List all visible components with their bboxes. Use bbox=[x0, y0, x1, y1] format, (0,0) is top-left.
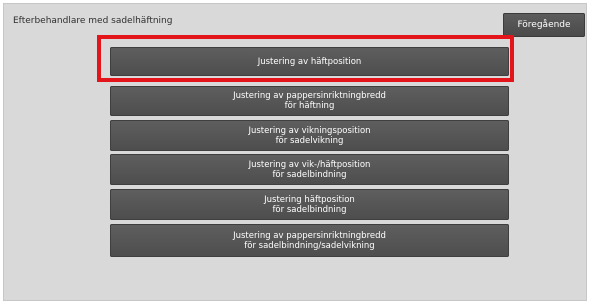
paper-alignment-width-saddle-binding-folding-label: Justering av pappersinriktningbredd för … bbox=[233, 230, 386, 251]
staple-position-adjustment-label: Justering av häftposition bbox=[257, 56, 362, 67]
fold-staple-position-saddle-binding-label: Justering av vik-/häftposition för sadel… bbox=[248, 159, 371, 180]
settings-panel: Efterbehandlare med sadelhäftning Föregå… bbox=[3, 3, 587, 301]
page-title: Efterbehandlare med sadelhäftning bbox=[13, 16, 173, 26]
paper-alignment-width-stapling-label: Justering av pappersinriktningbredd för … bbox=[233, 91, 386, 111]
staple-position-adjustment-button[interactable]: Justering av häftposition bbox=[110, 47, 509, 76]
paper-alignment-width-stapling-button[interactable]: Justering av pappersinriktningbredd för … bbox=[110, 86, 509, 116]
staple-position-saddle-binding-label: Justering häftposition för sadelbindning bbox=[264, 194, 355, 215]
screen: Efterbehandlare med sadelhäftning Föregå… bbox=[0, 0, 590, 304]
paper-alignment-width-saddle-binding-folding-button[interactable]: Justering av pappersinriktningbredd för … bbox=[110, 224, 509, 257]
fold-position-saddle-folding-label: Justering av vikningsposition för sadelv… bbox=[248, 125, 371, 146]
staple-position-saddle-binding-button[interactable]: Justering häftposition för sadelbindning bbox=[110, 189, 509, 220]
fold-staple-position-saddle-binding-button[interactable]: Justering av vik-/häftposition för sadel… bbox=[110, 154, 509, 185]
back-button[interactable]: Föregående bbox=[503, 13, 585, 37]
fold-position-saddle-folding-button[interactable]: Justering av vikningsposition för sadelv… bbox=[110, 120, 509, 151]
